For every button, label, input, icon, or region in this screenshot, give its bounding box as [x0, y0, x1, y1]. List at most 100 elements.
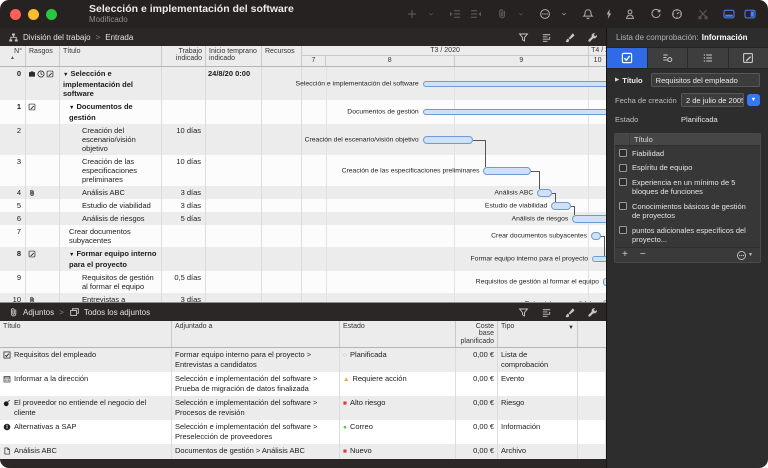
- inspector-tab-sort[interactable]: [648, 48, 689, 68]
- task-row-2[interactable]: 2Creación del escenario/visión objetivo1…: [0, 124, 606, 155]
- task-row-3[interactable]: 3Creación de las especificaciones prelim…: [0, 155, 606, 186]
- indent-button[interactable]: [449, 8, 461, 20]
- gauge-button[interactable]: [671, 8, 683, 20]
- column-header-work[interactable]: Trabajo indicado: [162, 46, 206, 66]
- gantt-bar[interactable]: [423, 136, 473, 144]
- scissors-button[interactable]: [697, 8, 709, 20]
- checklist-item[interactable]: Conocimientos básicos de gestión de proy…: [615, 199, 760, 223]
- task-title[interactable]: ▼Selección e implementación del software: [60, 67, 162, 100]
- gantt-bar[interactable]: [423, 81, 606, 87]
- attachment-row[interactable]: Alternativas a SAPSelección e implementa…: [0, 420, 606, 444]
- task-title[interactable]: Creación de las especificaciones prelimi…: [60, 155, 162, 186]
- task-title[interactable]: ▼Documentos de gestión: [60, 100, 162, 124]
- task-row-0[interactable]: 0▼Selección e implementación del softwar…: [0, 67, 606, 100]
- collapse-caret-icon[interactable]: ▼: [63, 72, 68, 78]
- inspector-tab-list[interactable]: [688, 48, 729, 68]
- task-row-7[interactable]: 7Crear documentos subyacentesCrear docum…: [0, 225, 606, 247]
- attachment-row[interactable]: El proveedor no entiende el negocio del …: [0, 396, 606, 420]
- outdent-button[interactable]: [470, 8, 482, 20]
- attachment-title[interactable]: Análisis ABC: [0, 444, 172, 460]
- field-title-value[interactable]: Requisitos del empleado: [651, 73, 760, 87]
- column-header-early-start[interactable]: Inicio temprano indicado: [206, 46, 262, 66]
- disclosure-triangle-icon[interactable]: ▶: [615, 77, 619, 83]
- sync-button[interactable]: [650, 8, 662, 20]
- task-row-8[interactable]: 8▼Formar equipo interno para el proyecto…: [0, 247, 606, 271]
- task-title[interactable]: Análisis ABC: [60, 186, 162, 199]
- gantt-bar[interactable]: [603, 278, 606, 286]
- filter-button[interactable]: [518, 307, 529, 318]
- checklist-actions-button[interactable]: ▼: [736, 250, 753, 261]
- task-title[interactable]: ▼Formar equipo interno para el proyecto: [60, 247, 162, 271]
- column-header-resources[interactable]: Recursos: [262, 46, 302, 66]
- remove-item-button[interactable]: −: [640, 250, 646, 260]
- task-title[interactable]: Requisitos de gestión al formar el equip…: [60, 271, 162, 293]
- task-title[interactable]: Crear documentos subyacentes: [60, 225, 162, 247]
- gantt-bar[interactable]: [592, 256, 606, 262]
- chevron-down-button[interactable]: [560, 10, 568, 18]
- minimize-window-button[interactable]: [28, 9, 39, 20]
- gantt-bar[interactable]: [551, 202, 571, 210]
- task-row-6[interactable]: 6Análisis de riesgos5 díasAnálisis de ri…: [0, 212, 606, 225]
- lightning-button[interactable]: [603, 8, 615, 20]
- column-header-number[interactable]: N°▲: [0, 46, 26, 66]
- gantt-bar[interactable]: [603, 300, 606, 302]
- chevron-down-button[interactable]: [517, 10, 525, 18]
- collapse-caret-icon[interactable]: ▼: [69, 252, 74, 258]
- attachment-title[interactable]: Alternativas a SAP: [0, 420, 172, 444]
- inspector-tab-note[interactable]: [729, 48, 768, 68]
- task-row-10[interactable]: 10Entrevistas a candidatos3 díasEntrevis…: [0, 293, 606, 302]
- task-row-5[interactable]: 5Estudio de viabilidad3 díasEstudio de v…: [0, 199, 606, 212]
- column-header-flags[interactable]: Rasgos: [26, 46, 60, 66]
- view-options-button[interactable]: [541, 32, 552, 43]
- task-title[interactable]: Análisis de riesgos: [60, 212, 162, 225]
- checkbox-icon[interactable]: [619, 149, 627, 157]
- checklist-item[interactable]: Fiabilidad: [615, 146, 760, 161]
- checkbox-icon[interactable]: [619, 226, 627, 234]
- chevron-down-button[interactable]: [427, 10, 435, 18]
- column-header-attached-to[interactable]: Adjuntado a: [172, 321, 340, 347]
- bell-button[interactable]: [582, 8, 594, 20]
- task-row-9[interactable]: 9Requisitos de gestión al formar el equi…: [0, 271, 606, 293]
- format-brush-button[interactable]: [564, 32, 575, 43]
- checkbox-icon[interactable]: [619, 164, 627, 172]
- panel-right-button[interactable]: [744, 8, 756, 20]
- checklist-item[interactable]: puntos adicionales específicos del proye…: [615, 223, 760, 247]
- column-header-status[interactable]: Estado: [340, 321, 456, 347]
- gantt-bar[interactable]: [572, 215, 606, 223]
- gantt-bar[interactable]: [423, 109, 606, 115]
- column-header-planned-cost[interactable]: Coste base planificado: [456, 321, 498, 347]
- column-header-title[interactable]: Título: [60, 46, 162, 66]
- task-title[interactable]: Entrevistas a candidatos: [60, 293, 162, 302]
- panel-bottom-button[interactable]: [723, 8, 735, 20]
- zoom-window-button[interactable]: [46, 9, 57, 20]
- date-picker-dropdown-button[interactable]: ▼: [747, 94, 760, 106]
- attachments-breadcrumb-section[interactable]: Todos los adjuntos: [84, 308, 150, 317]
- column-header-type[interactable]: Tipo▼: [498, 321, 578, 347]
- attachments-breadcrumb[interactable]: Adjuntos: [23, 308, 54, 317]
- collapse-caret-icon[interactable]: ▼: [69, 105, 74, 111]
- attachment-title[interactable]: El proveedor no entiende el negocio del …: [0, 396, 172, 420]
- settings-wrench-button[interactable]: [587, 307, 598, 318]
- task-title[interactable]: Creación del escenario/visión objetivo: [60, 124, 162, 155]
- add-item-button[interactable]: +: [622, 250, 628, 260]
- breadcrumb-section[interactable]: Entrada: [105, 33, 133, 42]
- checkbox-icon[interactable]: [619, 178, 627, 186]
- close-window-button[interactable]: [10, 9, 21, 20]
- inspector-tab-checkbox[interactable]: [607, 48, 648, 68]
- task-row-1[interactable]: 1▼Documentos de gestiónDocumentos de ges…: [0, 100, 606, 124]
- task-title[interactable]: Estudio de viabilidad: [60, 199, 162, 212]
- attachment-row[interactable]: Informar a la direcciónSelección e imple…: [0, 372, 606, 396]
- filter-dropdown-icon[interactable]: ▼: [568, 325, 574, 333]
- attachment-row[interactable]: Requisitos del empleadoFormar equipo int…: [0, 348, 606, 372]
- attachment-row[interactable]: Análisis ABCDocumentos de gestión > Anál…: [0, 444, 606, 460]
- gantt-bar[interactable]: [537, 189, 552, 197]
- checklist-item[interactable]: Espíritu de equipo: [615, 161, 760, 176]
- add-button[interactable]: [406, 8, 418, 20]
- person-button[interactable]: [624, 8, 636, 20]
- gantt-bar[interactable]: [591, 232, 601, 240]
- checkbox-icon[interactable]: [619, 202, 627, 210]
- field-creation-date-value[interactable]: 2 de julio de 2005, 10:34: [681, 93, 744, 107]
- column-header-attachment-title[interactable]: Título: [0, 321, 172, 347]
- format-brush-button[interactable]: [564, 307, 575, 318]
- attachment-title[interactable]: Informar a la dirección: [0, 372, 172, 396]
